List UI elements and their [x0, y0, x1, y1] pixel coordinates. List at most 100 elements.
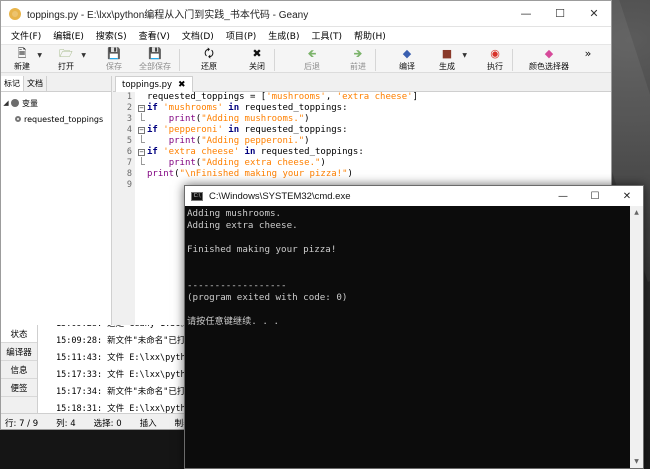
status-selection: 选择: 0	[93, 418, 122, 429]
menu-project[interactable]: 项目(P)	[220, 29, 262, 42]
window-title: toppings.py - E:\lxx\python编程从入门到实践_书本代码…	[27, 10, 309, 21]
open-folder-icon: 🗁	[59, 47, 73, 60]
sidebar: 标记 文档 ◢ 变量 requested_toppings	[1, 76, 112, 325]
scroll-down-icon[interactable]: ▼	[630, 455, 643, 468]
new-file-icon: 🗎	[17, 47, 27, 60]
close-file-button[interactable]: ✖ 关闭	[244, 47, 270, 73]
code-line: requested_toppings = ['mushrooms', 'extr…	[147, 92, 418, 102]
expand-arrow-icon[interactable]: ◢	[1, 99, 11, 107]
menu-document[interactable]: 文档(D)	[176, 29, 220, 42]
fold-toggle-icon[interactable]: −	[138, 149, 145, 156]
fold-toggle-icon[interactable]: −	[138, 127, 145, 134]
forward-button[interactable]: 🡺 前进	[345, 47, 371, 73]
console-line: Adding extra cheese.	[187, 220, 298, 231]
line-number-gutter: 1 2 3 4 5 6 7 8 9	[113, 92, 135, 325]
save-all-button[interactable]: 💾 全部保存	[135, 47, 175, 73]
minimize-button[interactable]: —	[509, 1, 543, 27]
console-line: (program exited with code: 0)	[187, 292, 348, 303]
code-line: print("\nFinished making your pizza!")	[147, 169, 353, 179]
fold-margin: − − −	[137, 92, 146, 325]
revert-button[interactable]: 🗘 还原	[196, 47, 222, 73]
console-line: Finished making your pizza!	[187, 244, 337, 255]
menu-build[interactable]: 生成(B)	[262, 29, 305, 42]
status-line: 行: 7 / 9	[5, 418, 39, 429]
scroll-up-icon[interactable]: ▲	[630, 206, 643, 219]
console-output[interactable]: Adding mushrooms. Adding extra cheese. F…	[185, 206, 631, 468]
close-button[interactable]: ✕	[577, 1, 611, 27]
new-button[interactable]: 🗎 新建 ▼	[9, 47, 42, 73]
code-lines: requested_toppings = ['mushrooms', 'extr…	[147, 92, 418, 191]
code-line: if 'pepperoni' in requested_toppings:	[147, 125, 348, 135]
cmd-window: C:\ C:\Windows\SYSTEM32\cmd.exe — ☐ ✕ Ad…	[184, 185, 644, 469]
console-line: ------------------	[187, 280, 287, 291]
tab-status[interactable]: 状态	[1, 325, 37, 343]
save-all-icon: 💾	[148, 47, 162, 60]
code-line: print("Adding extra cheese.")	[168, 158, 326, 168]
more-tools-button[interactable]: »	[583, 47, 593, 73]
compile-icon: ◆	[402, 47, 412, 60]
geany-titlebar[interactable]: toppings.py - E:\lxx\python编程从入门到实践_书本代码…	[1, 1, 611, 27]
build-icon: ■	[441, 47, 453, 60]
toolbar-separator	[512, 49, 513, 71]
fold-toggle-icon[interactable]: −	[138, 105, 145, 112]
menu-edit[interactable]: 编辑(E)	[47, 29, 90, 42]
console-line: Adding mushrooms.	[187, 208, 282, 219]
toolbar-separator	[179, 49, 180, 71]
menu-tools[interactable]: 工具(T)	[305, 29, 348, 42]
console-icon: C:\	[191, 191, 203, 201]
sidebar-tabs: 标记 文档	[1, 76, 111, 92]
close-icon: ✖	[252, 47, 262, 60]
tab-messages[interactable]: 信息	[1, 361, 37, 379]
back-button[interactable]: 🡸 后退	[299, 47, 325, 73]
chevron-down-icon[interactable]: ▼	[462, 52, 467, 59]
code-line: if 'mushrooms' in requested_toppings:	[147, 103, 348, 113]
code-line: if 'extra cheese' in requested_toppings:	[147, 147, 364, 157]
menubar: 文件(F) 编辑(E) 搜索(S) 查看(V) 文档(D) 项目(P) 生成(B…	[1, 27, 611, 45]
arrow-right-icon: 🡺	[353, 47, 363, 60]
toolbar: 🗎 新建 ▼ 🗁 打开 ▼ 💾 保存 💾 全部保存 🗘 还原 ✖ 关闭 🡸 后退…	[1, 45, 611, 73]
cmd-maximize-button[interactable]: ☐	[579, 191, 611, 202]
editor-tab-toppings[interactable]: toppings.py ✖	[115, 76, 193, 92]
tab-compiler[interactable]: 编译器	[1, 343, 37, 361]
execute-button[interactable]: ◉ 执行	[482, 47, 508, 73]
color-picker-icon: ◆	[544, 47, 554, 60]
arrow-left-icon: 🡸	[307, 47, 317, 60]
open-button[interactable]: 🗁 打开 ▼	[53, 47, 86, 73]
menu-view[interactable]: 查看(V)	[133, 29, 176, 42]
code-line: print("Adding pepperoni.")	[168, 136, 310, 146]
tab-documents[interactable]: 文档	[24, 76, 47, 91]
maximize-button[interactable]: ☐	[543, 1, 577, 27]
save-button[interactable]: 💾 保存	[101, 47, 127, 73]
tree-node-variables[interactable]: ◢ 变量	[1, 95, 111, 111]
message-tabs: 状态 编译器 信息 便签	[1, 325, 38, 413]
build-button[interactable]: ■ 生成 ▼	[434, 47, 467, 73]
console-line: 请按任意键继续. . .	[187, 316, 279, 327]
cmd-scrollbar[interactable]: ▲ ▼	[630, 206, 643, 468]
menu-file[interactable]: 文件(F)	[5, 29, 47, 42]
save-icon: 💾	[107, 47, 121, 60]
color-picker-button[interactable]: ◆ 颜色选择器	[527, 47, 571, 73]
execute-icon: ◉	[490, 47, 500, 60]
toolbar-separator	[375, 49, 376, 71]
editor-tabbar: toppings.py ✖	[113, 76, 611, 92]
tab-scribble[interactable]: 便签	[1, 379, 37, 397]
menu-search[interactable]: 搜索(S)	[90, 29, 133, 42]
chevron-down-icon[interactable]: ▼	[81, 52, 86, 59]
tab-symbols[interactable]: 标记	[1, 76, 24, 91]
compile-button[interactable]: ◆ 编译	[394, 47, 420, 73]
tree-node-requested-toppings[interactable]: requested_toppings	[1, 111, 111, 127]
revert-icon: 🗘	[204, 47, 214, 60]
variable-group-icon	[11, 99, 19, 107]
toolbar-separator	[274, 49, 275, 71]
tab-close-icon[interactable]: ✖	[178, 80, 186, 90]
cmd-titlebar[interactable]: C:\ C:\Windows\SYSTEM32\cmd.exe — ☐ ✕	[185, 186, 643, 206]
symbol-tree: ◢ 变量 requested_toppings	[1, 92, 111, 127]
cmd-minimize-button[interactable]: —	[547, 191, 579, 202]
menu-help[interactable]: 帮助(H)	[348, 29, 392, 42]
chevron-down-icon[interactable]: ▼	[37, 52, 42, 59]
cmd-close-button[interactable]: ✕	[611, 191, 643, 202]
